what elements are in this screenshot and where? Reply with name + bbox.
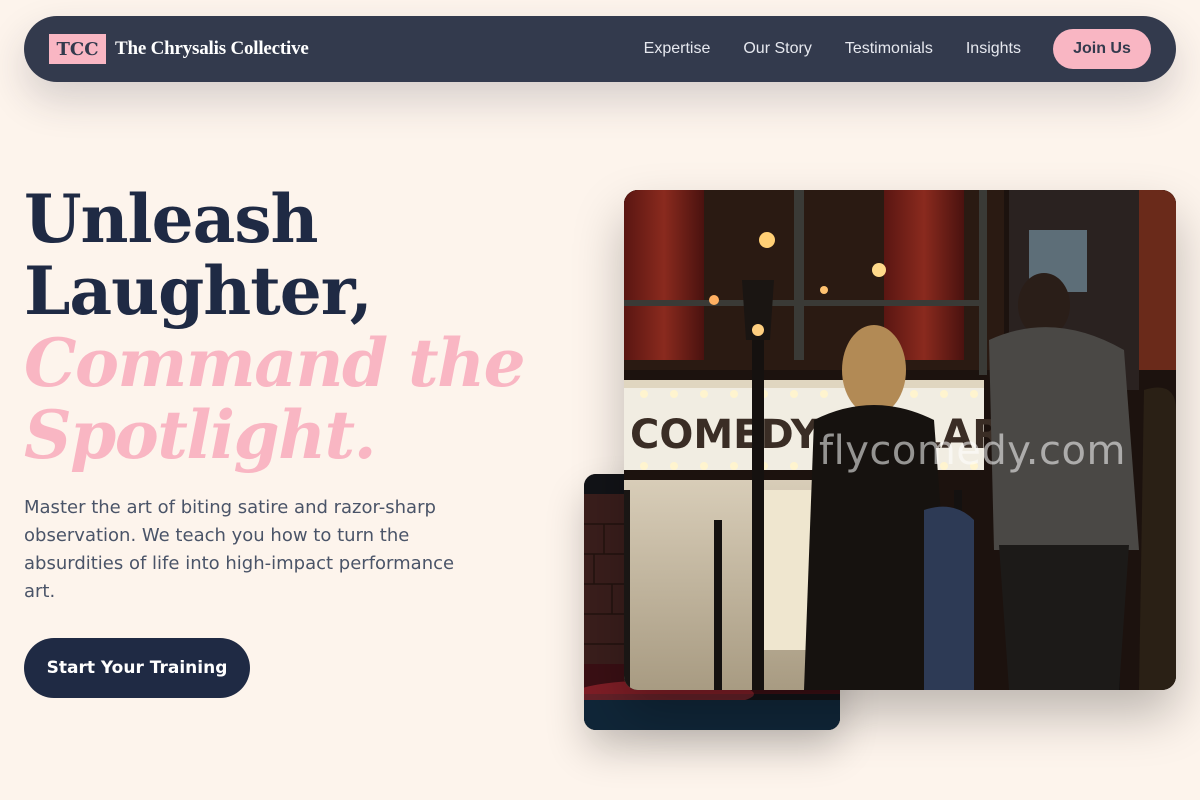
headline-line-1: Unleash bbox=[24, 180, 319, 258]
main-hero-photo: COMEDY CELLAR flycomedy.com bbox=[624, 190, 1176, 690]
headline-accent-line-2: Spotlight. bbox=[24, 396, 377, 474]
join-us-button[interactable]: Join Us bbox=[1053, 29, 1151, 69]
nav-link-our-story[interactable]: Our Story bbox=[743, 40, 811, 58]
hero-headline: Unleash Laughter, Command the Spotlight. bbox=[24, 183, 544, 471]
headline-accent-line-1: Command the bbox=[24, 324, 526, 402]
nav-link-testimonials[interactable]: Testimonials bbox=[845, 40, 933, 58]
nav-link-insights[interactable]: Insights bbox=[966, 40, 1021, 58]
hero-description: Master the art of biting satire and razo… bbox=[24, 497, 455, 602]
navbar: TCC The Chrysalis Collective Expertise O… bbox=[24, 16, 1176, 82]
headline-line-2: Laughter, bbox=[24, 252, 373, 330]
nav-links: Expertise Our Story Testimonials Insight… bbox=[644, 40, 1021, 58]
start-training-button[interactable]: Start Your Training bbox=[24, 638, 250, 698]
photo-watermark: flycomedy.com bbox=[819, 428, 1126, 474]
brand-logo-link[interactable]: TCC The Chrysalis Collective bbox=[49, 34, 309, 64]
brand-name: The Chrysalis Collective bbox=[115, 38, 309, 59]
logo-badge: TCC bbox=[49, 34, 106, 64]
nav-link-expertise[interactable]: Expertise bbox=[644, 40, 711, 58]
